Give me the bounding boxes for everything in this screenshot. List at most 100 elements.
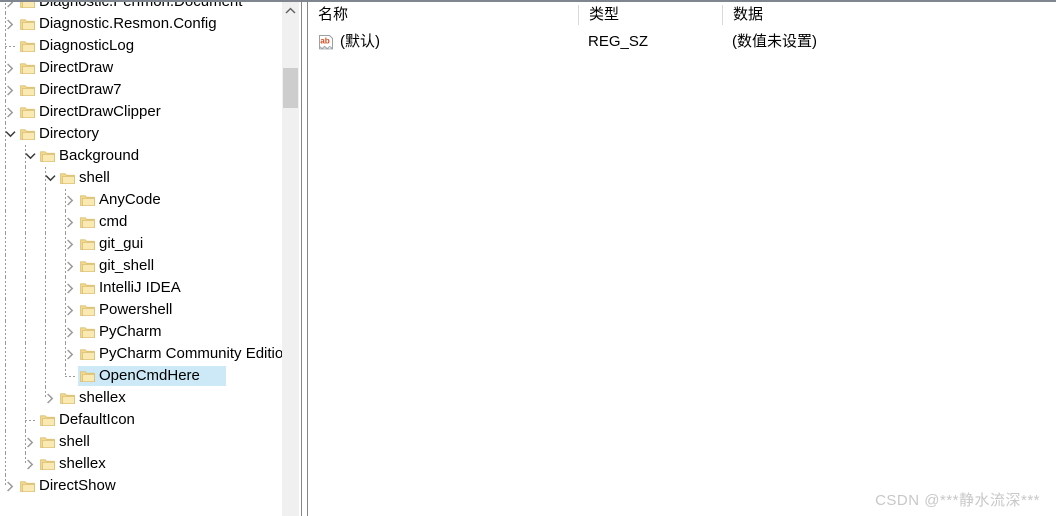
- chevron-right-icon[interactable]: [62, 255, 78, 277]
- header-underline: [308, 27, 1056, 28]
- tree-item-directdraw7[interactable]: DirectDraw7: [0, 79, 282, 101]
- column-header-data[interactable]: 数据: [723, 2, 1056, 28]
- tree-item-git-gui[interactable]: git_gui: [0, 233, 282, 255]
- indent-guide-line: [5, 255, 6, 277]
- folder-icon: [59, 167, 75, 189]
- tree-item-intellij-idea[interactable]: IntelliJ IDEA: [0, 277, 282, 299]
- scrollbar-thumb[interactable]: [283, 68, 298, 108]
- indent-guide-line: [5, 167, 6, 189]
- csdn-watermark: CSDN @***静水流深***: [875, 492, 1040, 509]
- tree-item-diagnosticlog[interactable]: DiagnosticLog: [0, 35, 282, 57]
- tree-item-directory[interactable]: Directory: [0, 123, 282, 145]
- tree-item-shell[interactable]: shell: [0, 167, 282, 189]
- tree-item-label: PyCharm: [99, 323, 162, 340]
- tree-item-pycharm-community-edition[interactable]: PyCharm Community Edition: [0, 343, 282, 365]
- indent-guide-line: [25, 167, 26, 189]
- tree-item-pycharm[interactable]: PyCharm: [0, 321, 282, 343]
- chevron-right-icon[interactable]: [22, 431, 38, 453]
- indent-guide-line: [25, 343, 26, 365]
- tree-item-diagnostic-resmon-config[interactable]: Diagnostic.Resmon.Config: [0, 13, 282, 35]
- column-header-type[interactable]: 类型: [579, 2, 722, 28]
- indent-guide-line: [45, 277, 46, 299]
- tree-item-shellex[interactable]: shellex: [0, 453, 282, 475]
- tree-item-label: DirectDraw7: [39, 81, 122, 98]
- indent-guide-line: [45, 255, 46, 277]
- chevron-right-icon[interactable]: [22, 453, 38, 475]
- tree-item-directdrawclipper[interactable]: DirectDrawClipper: [0, 101, 282, 123]
- chevron-right-icon[interactable]: [2, 101, 18, 123]
- folder-icon: [19, 13, 35, 35]
- indent-guide-line: [5, 365, 6, 387]
- value-row-default[interactable]: ab (默认) REG_SZ (数值未设置): [308, 29, 1056, 55]
- values-column-header: 名称 类型 数据: [308, 2, 1056, 28]
- tree-item-label: DirectDrawClipper: [39, 103, 161, 120]
- folder-icon: [39, 453, 55, 475]
- indent-guide-line: [5, 453, 6, 475]
- chevron-right-icon[interactable]: [62, 233, 78, 255]
- chevron-right-icon[interactable]: [62, 189, 78, 211]
- chevron-down-icon[interactable]: [22, 145, 38, 167]
- tree-vertical-scrollbar[interactable]: [282, 2, 299, 516]
- chevron-right-icon[interactable]: [2, 79, 18, 101]
- indent-guide-line: [25, 299, 26, 321]
- tree-item-shellex[interactable]: shellex: [0, 387, 282, 409]
- indent-guide-line: [5, 145, 6, 167]
- chevron-up-icon: [285, 2, 296, 20]
- column-header-name[interactable]: 名称: [308, 2, 578, 28]
- registry-key-tree-pane[interactable]: Diagnostic.Perfmon.Document Diagnostic.Re…: [0, 2, 296, 516]
- folder-icon: [79, 321, 95, 343]
- registry-values-pane[interactable]: 名称 类型 数据 ab (默认) REG_SZ (数值未设置): [308, 2, 1056, 516]
- folder-icon: [79, 299, 95, 321]
- tree-item-defaulticon[interactable]: DefaultIcon: [0, 409, 282, 431]
- scroll-up-button[interactable]: [282, 2, 299, 19]
- tree-item-shell[interactable]: shell: [0, 431, 282, 453]
- chevron-right-icon[interactable]: [62, 277, 78, 299]
- indent-guide-elbow: [65, 376, 76, 377]
- indent-guides: [0, 211, 282, 233]
- tree-item-anycode[interactable]: AnyCode: [0, 189, 282, 211]
- indent-guide-line: [45, 233, 46, 255]
- tree-item-directshow[interactable]: DirectShow: [0, 475, 282, 497]
- folder-icon: [59, 387, 75, 409]
- tree-item-label: git_shell: [99, 257, 155, 274]
- chevron-right-icon[interactable]: [42, 387, 58, 409]
- folder-icon: [19, 475, 35, 497]
- chevron-down-icon[interactable]: [2, 123, 18, 145]
- tree-item-label: Diagnostic.Perfmon.Document: [37, 2, 244, 13]
- indent-guide-line: [25, 365, 26, 387]
- folder-icon: [79, 189, 95, 211]
- folder-icon: [19, 57, 35, 79]
- pane-splitter-left-rule[interactable]: [301, 2, 302, 516]
- tree-item-cmd[interactable]: cmd: [0, 211, 282, 233]
- tree-item-directdraw[interactable]: DirectDraw: [0, 57, 282, 79]
- tree-item-git-shell[interactable]: git_shell: [0, 255, 282, 277]
- indent-guide-line: [5, 189, 6, 211]
- indent-guide-line: [5, 321, 6, 343]
- chevron-right-icon[interactable]: [62, 211, 78, 233]
- tree-item-label: DirectShow: [39, 477, 116, 494]
- tree-item-label: shellex: [59, 455, 106, 472]
- tree-item-opencmdhere[interactable]: OpenCmdHere: [0, 365, 282, 387]
- indent-guide-line: [5, 211, 6, 233]
- folder-icon: [79, 343, 95, 365]
- folder-icon: [39, 409, 55, 431]
- svg-text:ab: ab: [320, 37, 330, 46]
- indent-guide-line: [45, 299, 46, 321]
- tree-item-powershell[interactable]: Powershell: [0, 299, 282, 321]
- tree-item-label: git_gui: [99, 235, 144, 252]
- indent-guide-line: [5, 35, 6, 57]
- registry-editor-window: Diagnostic.Perfmon.Document Diagnostic.Re…: [0, 0, 1056, 516]
- chevron-right-icon[interactable]: [2, 57, 18, 79]
- tree-item-label: cmd: [99, 213, 128, 230]
- indent-guide-line: [25, 189, 26, 211]
- tree-item-diagnostic-perfmon-document[interactable]: Diagnostic.Perfmon.Document: [0, 2, 282, 13]
- chevron-right-icon[interactable]: [62, 299, 78, 321]
- chevron-right-icon[interactable]: [62, 343, 78, 365]
- tree-item-background[interactable]: Background: [0, 145, 282, 167]
- chevron-right-icon[interactable]: [2, 2, 18, 13]
- chevron-down-icon[interactable]: [42, 167, 58, 189]
- chevron-right-icon[interactable]: [2, 475, 18, 497]
- chevron-right-icon[interactable]: [2, 13, 18, 35]
- indent-guide-line: [25, 233, 26, 255]
- chevron-right-icon[interactable]: [62, 321, 78, 343]
